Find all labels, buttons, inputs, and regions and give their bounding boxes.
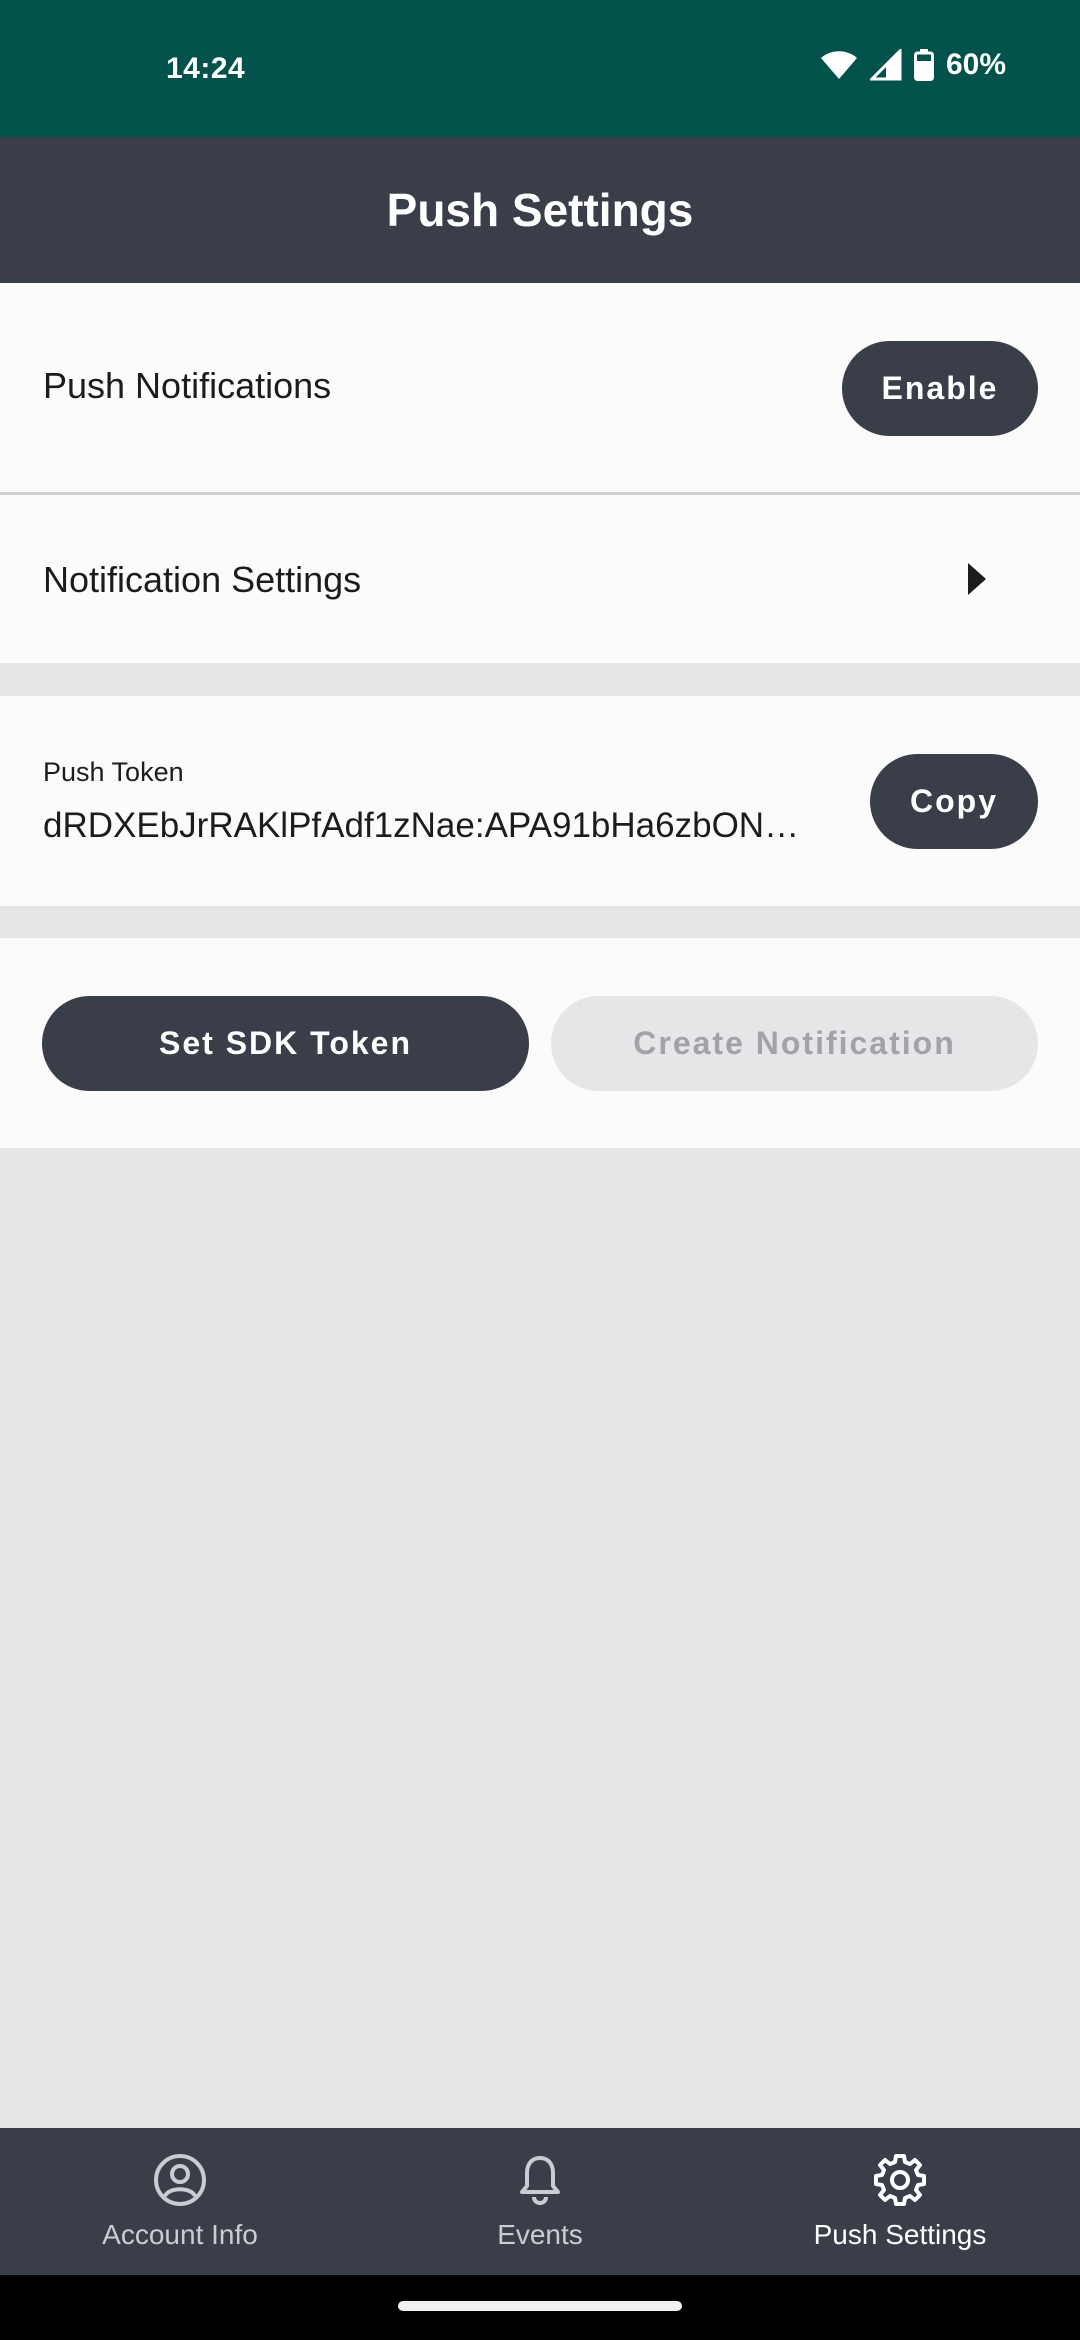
notification-settings-row[interactable]: Notification Settings <box>0 495 1080 663</box>
copy-button[interactable]: Copy <box>870 754 1038 849</box>
gesture-navigation-bar <box>0 2275 1080 2340</box>
cell-signal-icon <box>869 49 902 81</box>
enable-button[interactable]: Enable <box>842 341 1038 436</box>
set-sdk-token-button[interactable]: Set SDK Token <box>42 996 529 1091</box>
status-time: 14:24 <box>166 52 246 85</box>
push-token-row: Push Token dRDXEbJrRAKlPfAdf1zNae:APA91b… <box>0 696 1080 906</box>
nav-label-account-info: Account Info <box>102 2219 258 2250</box>
bottom-navigation: Account Info Events Push Settings <box>0 2128 1080 2275</box>
actions-row: Set SDK Token Create Notification <box>0 938 1080 1148</box>
push-notifications-row: Push Notifications Enable <box>0 283 1080 494</box>
push-notifications-label: Push Notifications <box>43 365 332 406</box>
push-token-label: Push Token <box>43 757 184 787</box>
notification-settings-label: Notification Settings <box>43 559 362 600</box>
status-bar: 14:24 60% <box>0 0 1080 137</box>
page-title: Push Settings <box>386 184 694 236</box>
nav-item-account-info[interactable]: Account Info <box>0 2128 360 2275</box>
nav-item-push-settings[interactable]: Push Settings <box>720 2128 1080 2275</box>
nav-label-events: Events <box>497 2219 583 2250</box>
wifi-icon <box>820 50 858 80</box>
battery-percentage: 60% <box>945 48 1006 81</box>
nav-item-events[interactable]: Events <box>360 2128 720 2275</box>
push-token-value: dRDXEbJrRAKlPfAdf1zNae:APA91bHa6zbON… <box>43 806 800 845</box>
battery-icon <box>913 49 934 81</box>
bell-icon <box>512 2152 568 2213</box>
chevron-right-icon <box>966 561 988 602</box>
nav-label-push-settings: Push Settings <box>813 2219 987 2250</box>
app-bar: Push Settings <box>0 137 1080 283</box>
status-icons: 60% <box>820 48 1006 82</box>
create-notification-button[interactable]: Create Notification <box>551 996 1038 1091</box>
gear-icon <box>872 2152 928 2213</box>
home-handle[interactable] <box>398 2301 682 2311</box>
account-circle-icon <box>152 2152 208 2213</box>
